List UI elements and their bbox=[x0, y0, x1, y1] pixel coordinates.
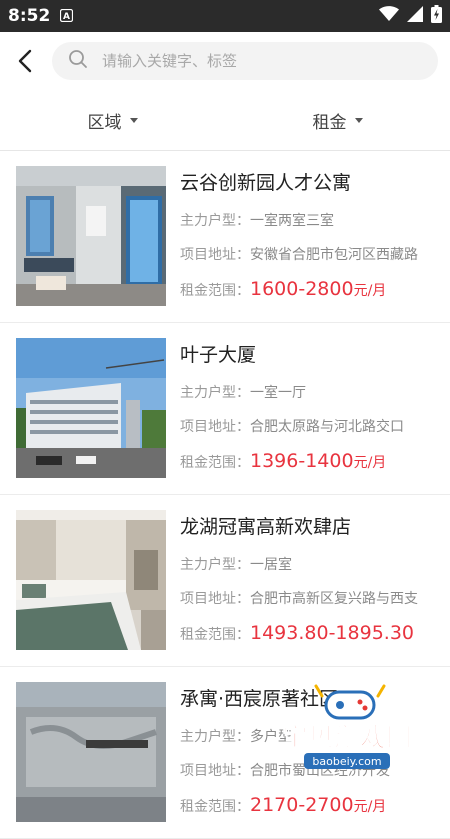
listing-item[interactable]: 叶子大厦 主力户型：一室一厅 项目地址：合肥太原路与河北路交口 租金范围：139… bbox=[0, 323, 450, 495]
layout-value: 一室一厅 bbox=[250, 385, 306, 401]
layout-label: 主力户型： bbox=[180, 729, 250, 745]
rent-unit: 元/月 bbox=[353, 283, 387, 299]
listing-rent-row: 租金范围：2170-2700元/月 bbox=[180, 794, 434, 822]
listing-info: 云谷创新园人才公寓 主力户型：一室两室三室 项目地址：安徽省合肥市包河区西藏路 … bbox=[180, 166, 434, 306]
back-button[interactable] bbox=[12, 41, 38, 81]
rent-price: 1600-2800 bbox=[250, 278, 354, 300]
layout-value: 一室两室三室 bbox=[250, 213, 334, 229]
listing-title: 叶子大厦 bbox=[180, 344, 257, 366]
listing-item[interactable]: 龙湖冠寓高新欢肆店 主力户型：一居室 项目地址：合肥市高新区复兴路与西支 租金范… bbox=[0, 495, 450, 667]
listing-layout-row: 主力户型：一居室 bbox=[180, 554, 434, 576]
wifi-icon bbox=[379, 6, 399, 26]
search-bar[interactable] bbox=[52, 42, 438, 80]
layout-label: 主力户型： bbox=[180, 213, 250, 229]
listing-rent-row: 租金范围：1493.80-1895.30 bbox=[180, 622, 434, 650]
listing-info: 叶子大厦 主力户型：一室一厅 项目地址：合肥太原路与河北路交口 租金范围：139… bbox=[180, 338, 434, 478]
filter-rent-label: 租金 bbox=[312, 112, 347, 133]
address-label: 项目地址： bbox=[180, 591, 250, 607]
rent-price: 1396-1400 bbox=[250, 450, 354, 472]
battery-icon bbox=[431, 5, 442, 27]
address-value: 合肥太原路与河北路交口 bbox=[250, 419, 404, 435]
listing-address-row: 项目地址：合肥太原路与河北路交口 bbox=[180, 416, 434, 438]
rent-unit: 元/月 bbox=[353, 455, 387, 471]
rent-label: 租金范围： bbox=[180, 799, 250, 815]
listing-title: 云谷创新园人才公寓 bbox=[180, 172, 352, 194]
filter-rent[interactable]: 租金 bbox=[225, 108, 450, 133]
layout-value: 多户型 bbox=[250, 729, 292, 745]
listing-photo-bedroom bbox=[16, 510, 166, 650]
address-value: 安徽省合肥市包河区西藏路 bbox=[250, 247, 418, 263]
listing-title: 承寓·西宸原著社区 bbox=[180, 688, 339, 710]
caret-down-icon bbox=[129, 117, 138, 123]
listing-photo-apartment-interior bbox=[16, 166, 166, 306]
listing-rent-row: 租金范围：1396-1400元/月 bbox=[180, 450, 434, 478]
listing-title: 龙湖冠寓高新欢肆店 bbox=[180, 516, 352, 538]
listing-item[interactable]: 承寓·西宸原著社区 主力户型：多户型 项目地址：合肥市蜀山区经济开发 租金范围：… bbox=[0, 667, 450, 839]
filter-region[interactable]: 区域 bbox=[0, 108, 225, 133]
back-arrow-icon bbox=[18, 49, 32, 73]
address-value: 合肥市蜀山区经济开发 bbox=[250, 763, 390, 779]
caret-down-icon bbox=[354, 117, 363, 123]
listing-address-row: 项目地址：合肥市高新区复兴路与西支 bbox=[180, 588, 434, 610]
layout-label: 主力户型： bbox=[180, 385, 250, 401]
listing-address-row: 项目地址：安徽省合肥市包河区西藏路 bbox=[180, 244, 434, 266]
listing-info: 承寓·西宸原著社区 主力户型：多户型 项目地址：合肥市蜀山区经济开发 租金范围：… bbox=[180, 682, 434, 822]
listing-list: 云谷创新园人才公寓 主力户型：一室两室三室 项目地址：安徽省合肥市包河区西藏路 … bbox=[0, 151, 450, 839]
listing-photo-building-exterior bbox=[16, 338, 166, 478]
listing-address-row: 项目地址：合肥市蜀山区经济开发 bbox=[180, 760, 434, 782]
address-label: 项目地址： bbox=[180, 763, 250, 779]
app-badge-letter: A bbox=[63, 12, 70, 22]
signal-icon bbox=[407, 6, 423, 26]
address-value: 合肥市高新区复兴路与西支 bbox=[250, 591, 418, 607]
listing-layout-row: 主力户型：一室两室三室 bbox=[180, 210, 434, 232]
listing-rent-row: 租金范围：1600-2800元/月 bbox=[180, 278, 434, 306]
rent-label: 租金范围： bbox=[180, 627, 250, 643]
layout-value: 一居室 bbox=[250, 557, 292, 573]
listing-info: 龙湖冠寓高新欢肆店 主力户型：一居室 项目地址：合肥市高新区复兴路与西支 租金范… bbox=[180, 510, 434, 650]
address-label: 项目地址： bbox=[180, 247, 250, 263]
address-label: 项目地址： bbox=[180, 419, 250, 435]
layout-label: 主力户型： bbox=[180, 557, 250, 573]
listing-layout-row: 主力户型：一室一厅 bbox=[180, 382, 434, 404]
rent-price: 1493.80-1895.30 bbox=[250, 622, 414, 644]
top-bar bbox=[0, 32, 450, 90]
filter-bar: 区域 租金 bbox=[0, 90, 450, 151]
search-input[interactable] bbox=[100, 51, 422, 71]
status-time: 8:52 bbox=[8, 6, 51, 26]
rent-label: 租金范围： bbox=[180, 283, 250, 299]
listing-layout-row: 主力户型：多户型 bbox=[180, 726, 434, 748]
listing-item[interactable]: 云谷创新园人才公寓 主力户型：一室两室三室 项目地址：安徽省合肥市包河区西藏路 … bbox=[0, 151, 450, 323]
app-notification-icon: A bbox=[60, 7, 74, 26]
listing-photo-community-entrance bbox=[16, 682, 166, 822]
status-bar: 8:52 A bbox=[0, 0, 450, 32]
search-icon bbox=[68, 49, 88, 73]
rent-price: 2170-2700 bbox=[250, 794, 354, 816]
rent-label: 租金范围： bbox=[180, 455, 250, 471]
rent-unit: 元/月 bbox=[353, 799, 387, 815]
filter-region-label: 区域 bbox=[87, 112, 122, 133]
